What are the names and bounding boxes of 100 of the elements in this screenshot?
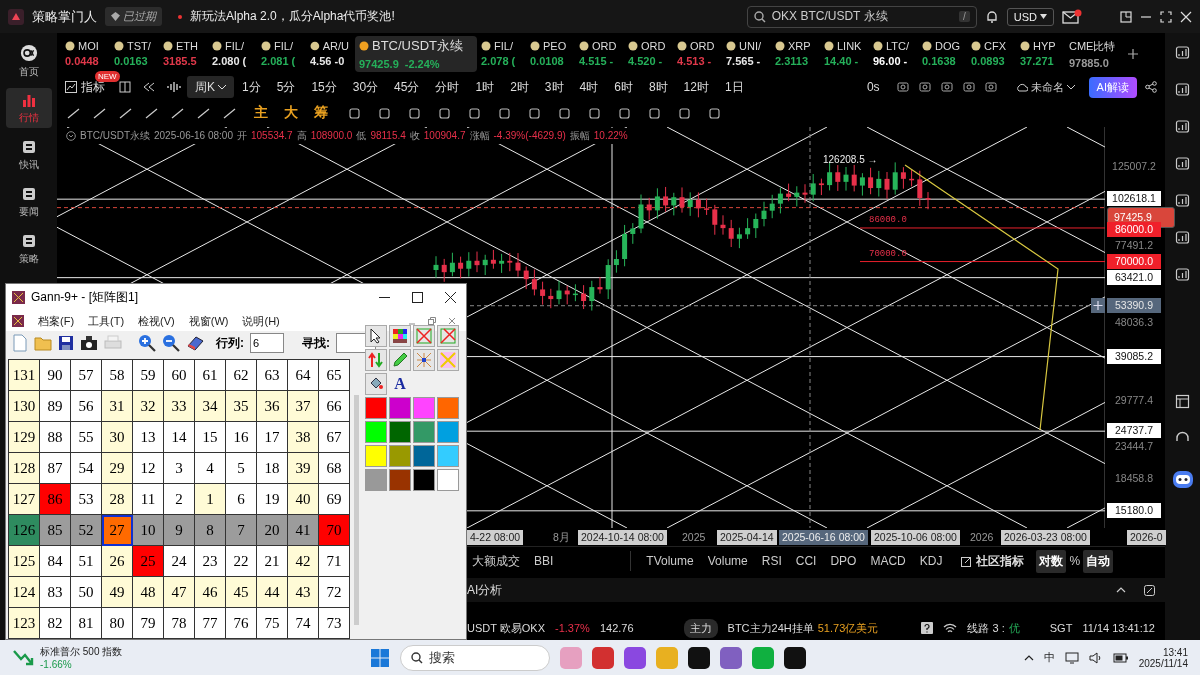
period-dropdown[interactable]: 周K [187, 76, 234, 99]
grid-cell[interactable]: 34 [195, 391, 226, 422]
grid-cell[interactable]: 33 [164, 391, 195, 422]
timeframe-button[interactable]: 5分 [268, 76, 304, 99]
ticker-item[interactable]: LINK 14.40 - [820, 35, 869, 72]
grid-cell[interactable]: 29 [102, 453, 133, 484]
timeframe-button[interactable]: 1分 [234, 76, 269, 99]
ticker-item[interactable]: AR/U 4.56 -0 [306, 35, 355, 72]
indicator-tab[interactable]: BBI [527, 554, 561, 569]
grid-cell[interactable]: 74 [288, 608, 319, 639]
grid-cell[interactable]: 5 [226, 453, 257, 484]
grid-cell[interactable]: 12 [133, 453, 164, 484]
grid-cell[interactable]: 20 [257, 515, 288, 546]
ticker-item[interactable]: UNI/ 7.565 - [722, 35, 771, 72]
grid-cell[interactable]: 82 [40, 608, 71, 639]
grid-cell[interactable]: 75 [257, 608, 288, 639]
timeframe-button[interactable]: 15分 [303, 76, 345, 99]
grid-cell[interactable]: 22 [226, 546, 257, 577]
grid-cell[interactable]: 17 [257, 422, 288, 453]
grid-cell[interactable]: 65 [319, 360, 350, 391]
grid-cell[interactable]: 69 [319, 484, 350, 515]
grid-cell[interactable]: 67 [319, 422, 350, 453]
ticker-item[interactable]: FIL/ 2.081 ( [257, 35, 306, 72]
grid-cell[interactable]: 24 [164, 546, 195, 577]
indicator-tab[interactable]: DPO [823, 554, 864, 569]
grid-cell[interactable]: 88 [40, 422, 71, 453]
grid-cell[interactable]: 38 [288, 422, 319, 453]
grid-cell[interactable]: 66 [319, 391, 350, 422]
grid-cell[interactable]: 79 [133, 608, 164, 639]
grid-cell[interactable]: 19 [257, 484, 288, 515]
grid-cell[interactable]: 129 [9, 422, 40, 453]
grid-cell[interactable]: 54 [71, 453, 102, 484]
menu-item[interactable]: 说明(H) [242, 313, 280, 329]
grid-cell[interactable]: 56 [71, 391, 102, 422]
timeframe-button[interactable]: 6时 [606, 76, 641, 99]
timeframe-button[interactable]: 分时 [427, 76, 468, 99]
grid-cell[interactable]: 73 [319, 608, 350, 639]
grid-cell[interactable]: 86 [40, 484, 71, 515]
grid-cell[interactable]: 125 [9, 546, 40, 577]
grid-cell[interactable]: 89 [40, 391, 71, 422]
grid-cell[interactable]: 1 [195, 484, 226, 515]
ticker-item[interactable]: CME比特 97885.0 [1065, 35, 1114, 72]
grid-cell[interactable]: 7 [226, 515, 257, 546]
grid-cell[interactable]: 32 [133, 391, 164, 422]
ticker-item[interactable]: FIL/ 2.078 ( [477, 35, 526, 72]
grid-cell[interactable]: 8 [195, 515, 226, 546]
grid-cell[interactable]: 68 [319, 453, 350, 484]
grid-cell[interactable]: 58 [102, 360, 133, 391]
grid-cell[interactable]: 18 [257, 453, 288, 484]
layout-dropdown[interactable]: 未命名 [1009, 78, 1081, 96]
indicator-tab[interactable]: Volume [700, 554, 755, 569]
indicator-tab[interactable]: MACD [863, 554, 913, 569]
grid-cell[interactable]: 83 [40, 577, 71, 608]
grid-cell[interactable]: 28 [102, 484, 133, 515]
grid-cell[interactable]: 36 [257, 391, 288, 422]
timeframe-button[interactable]: 8时 [640, 76, 676, 99]
grid-cell[interactable]: 4 [195, 453, 226, 484]
ticker-item[interactable]: MOI 0.0448 [61, 35, 110, 72]
grid-cell[interactable]: 124 [9, 577, 40, 608]
marker-tool[interactable]: 主 [249, 104, 273, 123]
grid-cell[interactable]: 53 [71, 484, 102, 515]
grid-cell[interactable]: 45 [226, 577, 257, 608]
ticker-item[interactable]: DOG 0.1638 [918, 35, 967, 72]
grid-cell[interactable]: 11 [133, 484, 164, 515]
ticker-item[interactable]: ORD 4.520 - [624, 35, 673, 72]
grid-cell[interactable]: 57 [71, 360, 102, 391]
grid-cell[interactable]: 55 [71, 422, 102, 453]
grid-cell[interactable]: 130 [9, 391, 40, 422]
scale-toggle[interactable]: 自动 [1083, 549, 1114, 573]
grid-cell[interactable]: 26 [102, 546, 133, 577]
ticker-item[interactable]: ETH 3185.5 [159, 35, 208, 72]
grid-cell[interactable]: 3 [164, 453, 195, 484]
grid-cell[interactable]: 37 [288, 391, 319, 422]
grid-cell[interactable]: 31 [102, 391, 133, 422]
ticker-item[interactable]: PEO 0.0108 [526, 35, 575, 72]
scale-toggle[interactable]: % [1066, 551, 1084, 572]
ticker-item[interactable]: ORD 4.513 - [673, 35, 722, 72]
marker-tool[interactable]: 大 [279, 104, 303, 123]
grid-cell[interactable]: 87 [40, 453, 71, 484]
grid-cell[interactable]: 70 [319, 515, 350, 546]
grid-cell[interactable]: 35 [226, 391, 257, 422]
grid-cell[interactable]: 81 [71, 608, 102, 639]
indicator-tab[interactable]: 大额成交 [465, 552, 527, 570]
grid-cell[interactable]: 30 [102, 422, 133, 453]
grid-cell[interactable]: 60 [164, 360, 195, 391]
rows-field[interactable]: 6 [250, 333, 284, 353]
grid-cell[interactable]: 76 [226, 608, 257, 639]
grid-cell[interactable]: 16 [226, 422, 257, 453]
ticker-item[interactable]: XRP 2.3113 [771, 35, 820, 72]
ticker-item[interactable]: TST/ 0.0163 [110, 35, 159, 72]
grid-cell[interactable]: 126 [9, 515, 40, 546]
timeframe-button[interactable]: 4时 [571, 76, 607, 99]
refresh-interval[interactable]: 0s [866, 80, 880, 95]
grid-cell[interactable]: 9 [164, 515, 195, 546]
grid-cell[interactable]: 71 [319, 546, 350, 577]
indicator-tab[interactable]: CCI [788, 554, 824, 569]
indicator-tab[interactable]: TVolume [639, 554, 701, 569]
grid-cell[interactable]: 44 [257, 577, 288, 608]
community-indicators-button[interactable]: 社区指标 [955, 551, 1031, 571]
ticker-item[interactable]: ORD 4.515 - [575, 35, 624, 72]
